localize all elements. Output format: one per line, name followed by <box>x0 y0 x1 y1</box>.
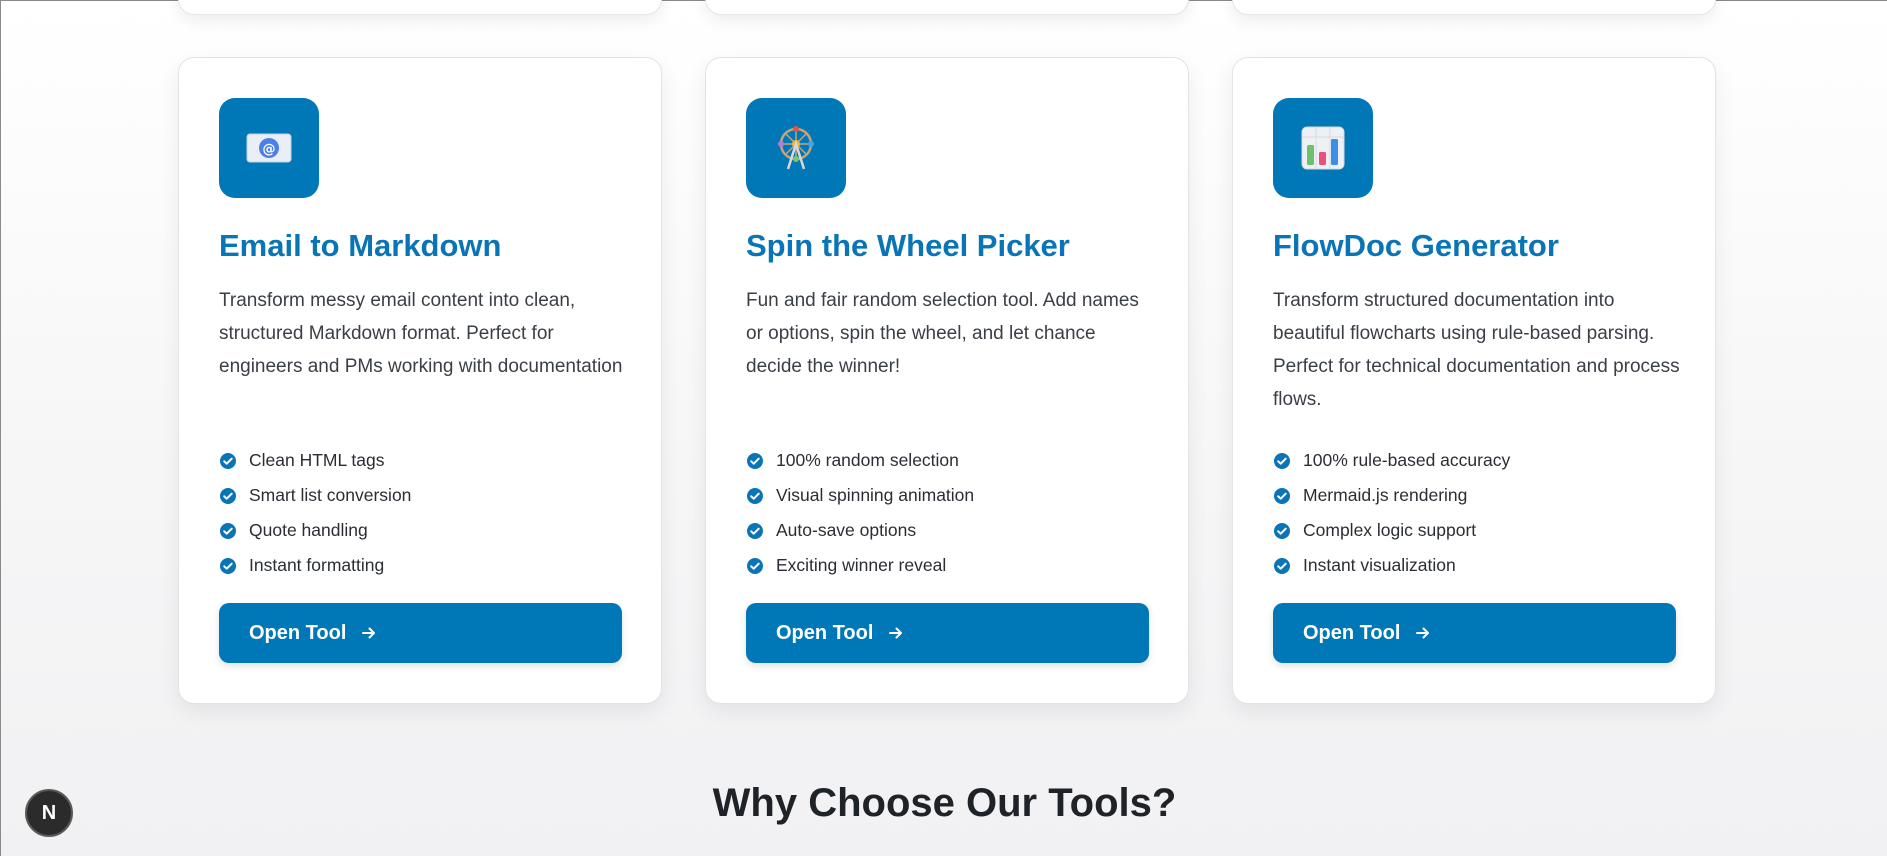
bar-chart-icon <box>1273 98 1373 198</box>
open-tool-label: Open Tool <box>776 621 874 644</box>
feature-item: 100% random selection <box>746 443 974 478</box>
check-circle-icon <box>746 557 764 575</box>
check-circle-icon <box>219 522 237 540</box>
feature-item: Instant formatting <box>219 548 411 583</box>
svg-text:@: @ <box>263 142 276 157</box>
check-circle-icon <box>746 452 764 470</box>
check-circle-icon <box>219 487 237 505</box>
feature-label: Visual spinning animation <box>776 485 975 505</box>
feature-label: Complex logic support <box>1303 520 1477 540</box>
check-circle-icon <box>219 557 237 575</box>
feature-item: Smart list conversion <box>219 478 411 513</box>
section-heading: Why Choose Our Tools? <box>712 781 1177 825</box>
arrow-right-icon <box>887 624 905 642</box>
card-title: Email to Markdown <box>219 228 502 263</box>
feature-label: Quote handling <box>249 520 368 540</box>
card-above-1 <box>178 0 662 15</box>
open-tool-button[interactable]: Open Tool <box>1273 603 1676 663</box>
open-tool-button[interactable]: Open Tool <box>746 603 1149 663</box>
feature-label: Instant formatting <box>249 555 385 575</box>
card-description: Transform structured documentation into … <box>1273 290 1680 410</box>
check-circle-icon <box>1273 452 1291 470</box>
card-title: FlowDoc Generator <box>1273 228 1559 263</box>
feature-label: Auto-save options <box>776 520 917 540</box>
check-circle-icon <box>1273 522 1291 540</box>
feature-item: Visual spinning animation <box>746 478 974 513</box>
feature-item: 100% rule-based accuracy <box>1273 443 1510 478</box>
feature-item: Exciting winner reveal <box>746 548 974 583</box>
arrow-right-icon <box>1414 624 1432 642</box>
feature-label: 100% random selection <box>776 450 959 470</box>
card-above-3 <box>1232 0 1716 15</box>
nextjs-dev-badge[interactable]: N <box>25 789 73 837</box>
feature-list: 100% random selection Visual spinning an… <box>746 443 974 583</box>
feature-item: Quote handling <box>219 513 411 548</box>
feature-label: Smart list conversion <box>249 485 412 505</box>
feature-label: Mermaid.js rendering <box>1303 485 1468 505</box>
nextjs-logo-icon: N <box>41 801 57 824</box>
feature-item: Clean HTML tags <box>219 443 411 478</box>
check-circle-icon <box>746 522 764 540</box>
feature-item: Auto-save options <box>746 513 974 548</box>
check-circle-icon <box>219 452 237 470</box>
card-above-2 <box>705 0 1189 15</box>
tool-card-flowdoc-generator: FlowDoc Generator Transform structured d… <box>1232 57 1716 704</box>
arrow-right-icon <box>360 624 378 642</box>
feature-label: Clean HTML tags <box>249 450 385 470</box>
ferris-wheel-icon <box>746 98 846 198</box>
card-description: Fun and fair random selection tool. Add … <box>746 290 1139 377</box>
check-circle-icon <box>746 487 764 505</box>
open-tool-label: Open Tool <box>1303 621 1401 644</box>
feature-list: 100% rule-based accuracy Mermaid.js rend… <box>1273 443 1510 583</box>
check-circle-icon <box>1273 487 1291 505</box>
feature-label: Instant visualization <box>1303 555 1456 575</box>
feature-item: Complex logic support <box>1273 513 1510 548</box>
tool-card-email-to-markdown: @ Email to Markdown Transform messy emai… <box>178 57 662 704</box>
card-title: Spin the Wheel Picker <box>746 228 1070 263</box>
email-icon: @ <box>219 98 319 198</box>
feature-label: Exciting winner reveal <box>776 555 947 575</box>
card-description: Transform messy email content into clean… <box>219 290 623 377</box>
open-tool-label: Open Tool <box>249 621 347 644</box>
check-circle-icon <box>1273 557 1291 575</box>
feature-item: Mermaid.js rendering <box>1273 478 1510 513</box>
tool-card-spin-the-wheel: Spin the Wheel Picker Fun and fair rando… <box>705 57 1189 704</box>
feature-label: 100% rule-based accuracy <box>1303 450 1511 470</box>
feature-item: Instant visualization <box>1273 548 1510 583</box>
feature-list: Clean HTML tags Smart list conversion Qu… <box>219 443 411 583</box>
open-tool-button[interactable]: Open Tool <box>219 603 622 663</box>
